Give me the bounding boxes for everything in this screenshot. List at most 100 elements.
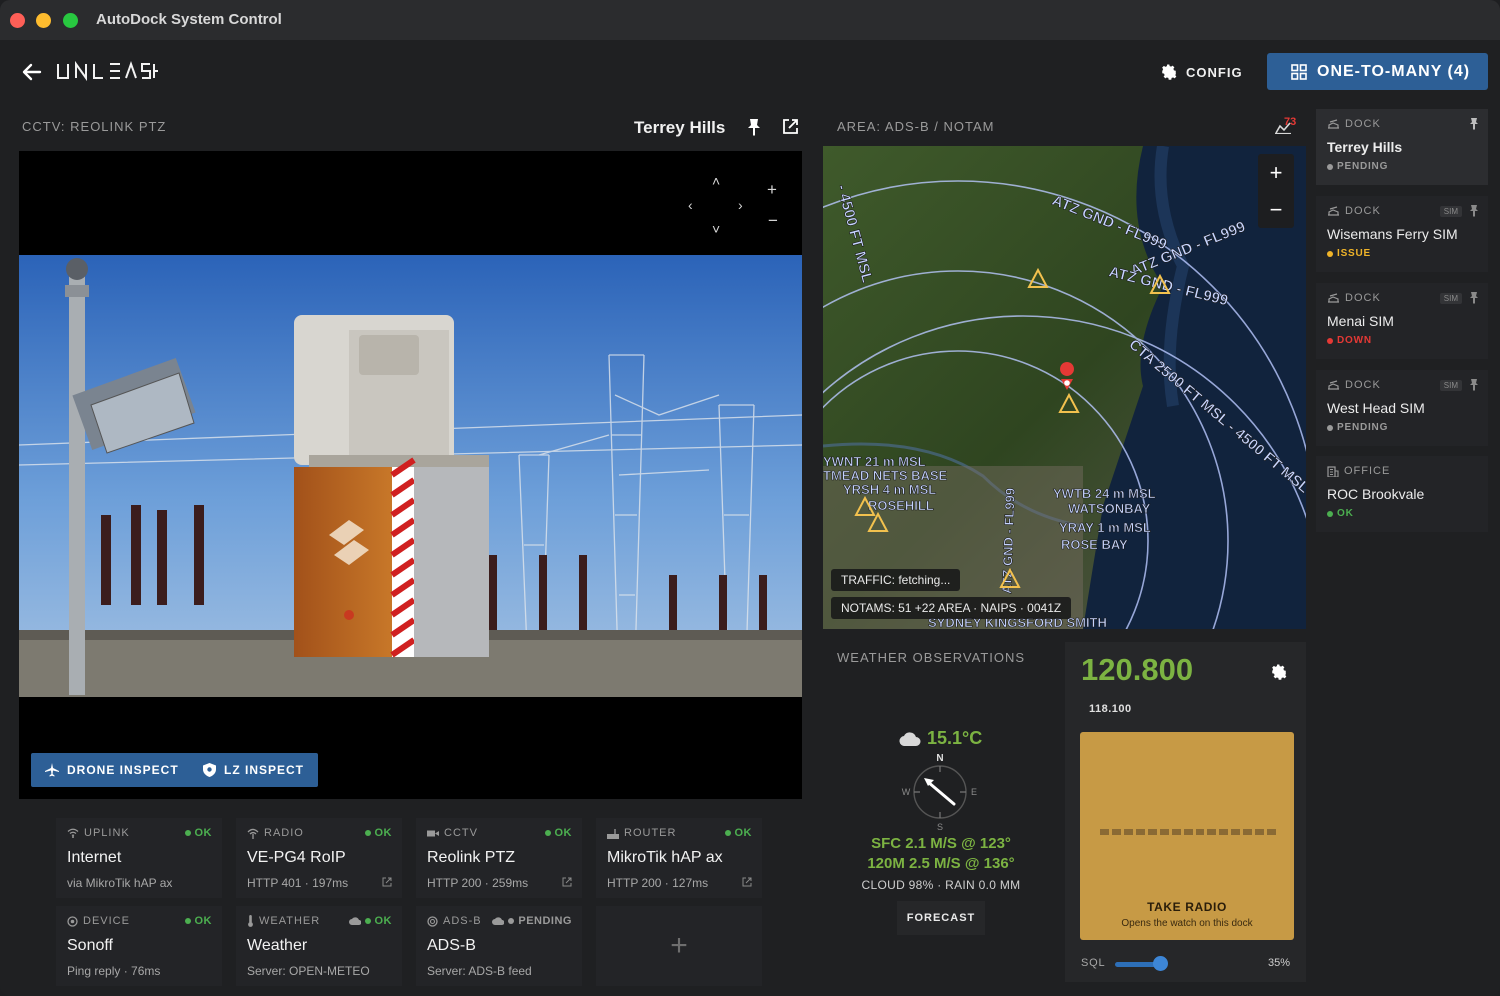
- radio-settings-gear-icon[interactable]: [1270, 663, 1288, 681]
- tile-subtext: Server: OPEN-METEO: [247, 964, 370, 978]
- logo-wordmark: [57, 60, 158, 82]
- status-tile-radio[interactable]: RADIO OK VE-PG4 RoIP HTTP 401 · 197ms: [236, 818, 402, 898]
- shield-icon: [203, 763, 216, 777]
- map-zoom-out-button[interactable]: −: [1258, 191, 1294, 228]
- map-label-yrsh: YRSH 4 m MSL: [843, 482, 936, 497]
- plus-icon: +: [670, 929, 688, 962]
- pan-up-icon[interactable]: ˄: [712, 173, 720, 189]
- tile-subtext: via MikroTik hAP ax: [67, 876, 173, 890]
- pan-down-icon[interactable]: ˅: [712, 221, 720, 237]
- pan-right-icon[interactable]: ›: [738, 197, 743, 213]
- squelch-value: 35%: [1268, 957, 1291, 969]
- status-tile-adsb[interactable]: ADS-B PENDING ADS-B Server: ADS-B feed: [416, 906, 582, 986]
- config-button[interactable]: CONFIG: [1150, 56, 1250, 88]
- open-external-icon[interactable]: [562, 877, 572, 887]
- one-to-many-button[interactable]: ONE-TO-MANY (4): [1267, 53, 1488, 90]
- dock-item-west-head[interactable]: DOCK SIM West Head SIM PENDING: [1316, 370, 1488, 446]
- status-tile-device[interactable]: DEVICE OK Sonoff Ping reply · 76ms: [56, 906, 222, 986]
- cloud-rain-readout: CLOUD 98% · RAIN 0.0 MM: [861, 878, 1021, 892]
- status-tile-cctv[interactable]: CCTV OK Reolink PTZ HTTP 200 · 259ms: [416, 818, 582, 898]
- tile-name: Weather: [247, 937, 308, 954]
- dock-icon: [1328, 293, 1339, 303]
- dock-item-wisemans-ferry[interactable]: DOCK SIM Wisemans Ferry SIM ISSUE: [1316, 196, 1488, 272]
- status-tile-weather[interactable]: WEATHER OK Weather Server: OPEN-METEO: [236, 906, 402, 986]
- dock-name: Menai SIM: [1327, 313, 1394, 329]
- app-window: AutoDock System Control CONFIG ONE-TO-MA…: [0, 0, 1500, 996]
- pin-icon[interactable]: [1469, 292, 1479, 304]
- radar-icon: [427, 915, 438, 927]
- dock-name: Wisemans Ferry SIM: [1327, 226, 1458, 242]
- pin-icon[interactable]: [746, 118, 762, 136]
- pin-icon[interactable]: [1469, 118, 1479, 130]
- compass-south: S: [937, 822, 943, 832]
- pin-icon[interactable]: [1469, 379, 1479, 391]
- radio-icon: [247, 828, 259, 839]
- zoom-out-icon[interactable]: −: [768, 211, 778, 231]
- camera-icon: [427, 830, 439, 836]
- tile-name: Reolink PTZ: [427, 849, 516, 866]
- back-arrow-icon[interactable]: [18, 58, 46, 86]
- drone-inspect-button[interactable]: DRONE INSPECT: [31, 753, 193, 787]
- pan-left-icon[interactable]: ‹: [688, 197, 693, 213]
- minimize-window-button[interactable]: [36, 13, 51, 28]
- office-icon: [1327, 465, 1339, 477]
- map-zoom-controls: + −: [1258, 154, 1294, 228]
- close-window-button[interactable]: [10, 13, 25, 28]
- drone-inspect-label: DRONE INSPECT: [67, 763, 179, 777]
- title-bar: AutoDock System Control: [0, 0, 1500, 40]
- tile-name: Sonoff: [67, 937, 113, 954]
- radio-panel: 120.800 118.100 TAKE RADIO Opens the wat…: [1065, 642, 1306, 982]
- wifi-icon: [67, 828, 79, 838]
- dock-icon: [1328, 119, 1339, 129]
- notam-count-badge: 73: [1284, 116, 1297, 128]
- map-label-yray: YRAY 1 m MSL: [1059, 520, 1151, 535]
- open-external-icon[interactable]: [782, 118, 799, 135]
- take-radio-button[interactable]: TAKE RADIO Opens the watch on this dock: [1080, 732, 1294, 940]
- dock-name: ROC Brookvale: [1327, 486, 1425, 502]
- tile-subtext: HTTP 200 · 259ms: [427, 876, 529, 890]
- map-panel-label: AREA: ADS-B / NOTAM: [837, 119, 995, 134]
- lz-inspect-button[interactable]: LZ INSPECT: [189, 753, 319, 787]
- airspace-map[interactable]: ATZ GND - FL999 ATZ GND - FL999 ATZ GND …: [823, 146, 1306, 629]
- tile-subtext: Ping reply · 76ms: [67, 964, 161, 978]
- tile-category: ADS-B: [427, 915, 482, 927]
- dock-icon: [1328, 380, 1339, 390]
- maximize-window-button[interactable]: [63, 13, 78, 28]
- tile-category: DEVICE: [67, 915, 130, 927]
- dock-name: Terrey Hills: [1327, 139, 1403, 155]
- status-tile-uplink[interactable]: UPLINK OK Internet via MikroTik hAP ax: [56, 818, 222, 898]
- add-tile-button[interactable]: +: [596, 906, 762, 986]
- status-badge: OK: [184, 827, 213, 839]
- status-badge: OK: [364, 827, 393, 839]
- cctv-video-feed[interactable]: ˄ ‹ › ˅ + − DRONE INSPECT LZ INSPECT: [19, 151, 802, 799]
- status-badge: PENDING: [492, 915, 572, 927]
- tile-category: WEATHER: [247, 915, 320, 927]
- sim-badge: SIM: [1439, 380, 1462, 391]
- zoom-in-icon[interactable]: +: [767, 180, 777, 200]
- status-tile-router[interactable]: ROUTER OK MikroTik hAP ax HTTP 200 · 127…: [596, 818, 762, 898]
- notams-status-chip: NOTAMS: 51 +22 AREA · NAIPS · 0041Z: [831, 597, 1072, 619]
- tile-category: RADIO: [247, 827, 304, 839]
- dock-item-menai[interactable]: DOCK SIM Menai SIM DOWN: [1316, 283, 1488, 359]
- compass-north: N: [936, 753, 943, 764]
- sim-badge: SIM: [1439, 206, 1462, 217]
- pin-icon[interactable]: [1469, 205, 1479, 217]
- tile-category: UPLINK: [67, 827, 130, 839]
- dock-item-terrey-hills[interactable]: DOCK Terrey Hills PENDING: [1316, 109, 1488, 185]
- compass-east: E: [971, 787, 977, 797]
- take-radio-label: TAKE RADIO: [1147, 900, 1227, 914]
- open-external-icon[interactable]: [742, 877, 752, 887]
- open-external-icon[interactable]: [382, 877, 392, 887]
- window-title: AutoDock System Control: [96, 11, 282, 28]
- dock-name: West Head SIM: [1327, 400, 1425, 416]
- grid-icon: [1291, 63, 1307, 80]
- map-label-rosebay: ROSE BAY: [1061, 537, 1128, 552]
- map-label-watson: WATSONBAY: [1068, 501, 1151, 516]
- unleash-logo: [56, 60, 158, 89]
- cctv-camera-image: [19, 255, 802, 697]
- forecast-button[interactable]: FORECAST: [897, 901, 985, 935]
- squelch-slider-handle[interactable]: [1153, 956, 1168, 971]
- map-zoom-in-button[interactable]: +: [1258, 154, 1294, 191]
- dock-item-roc-brookvale[interactable]: OFFICE ROC Brookvale OK: [1316, 456, 1488, 532]
- temperature-readout: 15.1°C: [899, 728, 982, 749]
